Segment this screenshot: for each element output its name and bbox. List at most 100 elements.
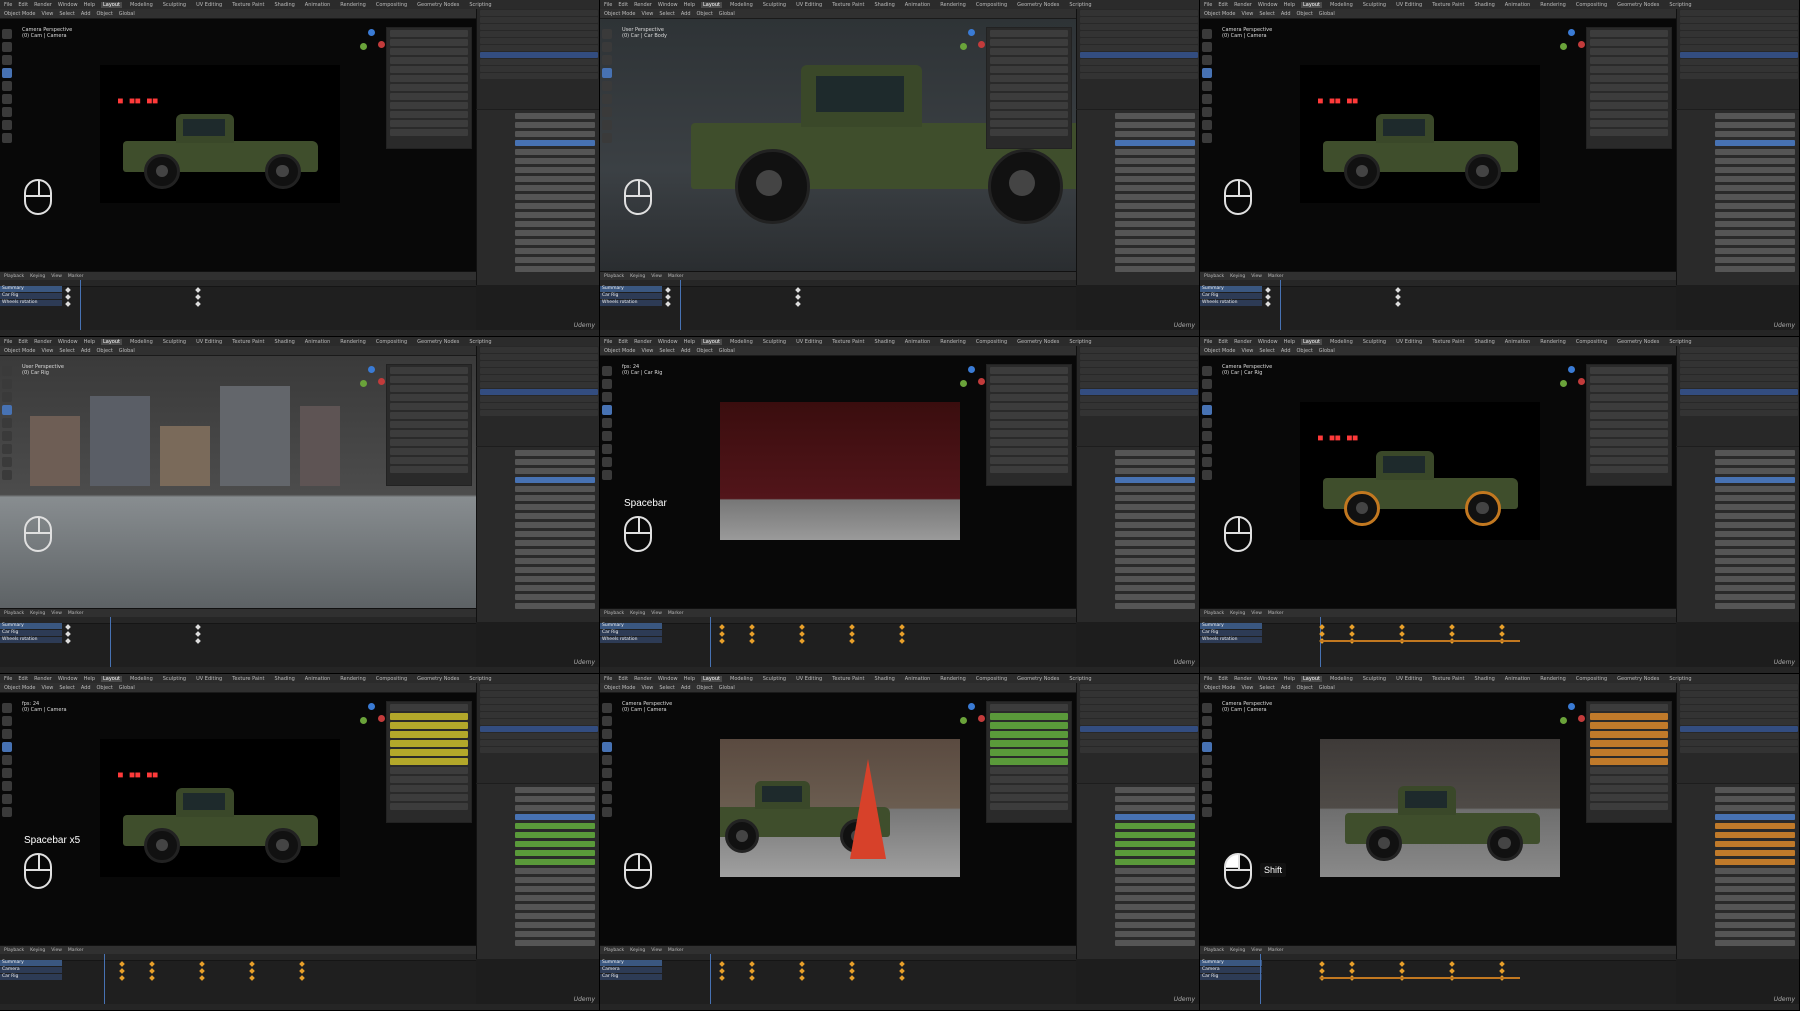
tool-button-icon[interactable] — [1202, 431, 1212, 441]
transform-field[interactable] — [1590, 749, 1668, 756]
workspace-tab[interactable]: Modeling — [728, 2, 755, 8]
transform-field[interactable] — [1590, 731, 1668, 738]
viewport-menu-item[interactable]: Object — [97, 11, 113, 17]
workspace-tab[interactable]: Scripting — [1667, 676, 1693, 682]
viewport-menu-item[interactable]: Select — [1259, 11, 1274, 17]
keyframe-icon[interactable] — [849, 961, 855, 967]
property-field[interactable] — [1115, 841, 1195, 847]
outliner-row[interactable] — [1680, 410, 1798, 416]
outliner-row[interactable] — [1680, 354, 1798, 360]
outliner-row[interactable] — [1680, 59, 1798, 65]
workspace-tab[interactable]: Sculpting — [1361, 339, 1388, 345]
keyframe-icon[interactable] — [195, 287, 201, 293]
dope-sheet-timeline[interactable]: Playback Keying View Marker Summary Car Rig W… — [0, 271, 476, 332]
transform-field[interactable] — [1590, 767, 1668, 774]
outliner-row[interactable] — [1680, 698, 1798, 704]
timeline-menu-item[interactable]: Marker — [68, 274, 84, 279]
property-field[interactable] — [1115, 140, 1195, 146]
tool-button-icon[interactable] — [1202, 68, 1212, 78]
transform-field[interactable] — [990, 403, 1068, 410]
keyframe-icon[interactable] — [1499, 631, 1505, 637]
property-field[interactable] — [515, 140, 595, 146]
outliner-row[interactable] — [1680, 361, 1798, 367]
workspace-tab[interactable]: Compositing — [974, 339, 1009, 345]
tool-button-icon[interactable] — [2, 68, 12, 78]
y-axis-icon[interactable] — [960, 43, 967, 50]
keyframe-icon[interactable] — [249, 975, 255, 981]
timeline-menu-item[interactable]: Marker — [1268, 274, 1284, 279]
keyframe-icon[interactable] — [1499, 624, 1505, 630]
menu-item[interactable]: File — [1204, 339, 1212, 345]
transform-field[interactable] — [1590, 421, 1668, 428]
property-field[interactable] — [515, 531, 595, 537]
transform-field[interactable] — [390, 430, 468, 437]
channel-row[interactable]: Summary — [600, 960, 662, 966]
outliner-row[interactable] — [480, 691, 598, 697]
z-axis-icon[interactable] — [1568, 366, 1575, 373]
viewport-menu-item[interactable]: Add — [1281, 685, 1291, 691]
channel-row[interactable]: Wheels rotation — [0, 637, 62, 643]
outliner[interactable] — [1076, 683, 1199, 783]
tool-button-icon[interactable] — [2, 418, 12, 428]
property-field[interactable] — [1115, 495, 1195, 501]
property-field[interactable] — [515, 176, 595, 182]
transform-field[interactable] — [990, 722, 1068, 729]
property-field[interactable] — [515, 167, 595, 173]
3d-viewport[interactable]: Camera Perspective (0) Cam | Camera Shif… — [1200, 693, 1676, 945]
property-field[interactable] — [515, 886, 595, 892]
tool-button-icon[interactable] — [1202, 781, 1212, 791]
keyframe-icon[interactable] — [899, 624, 905, 630]
property-field[interactable] — [515, 131, 595, 137]
tool-button-icon[interactable] — [1202, 120, 1212, 130]
property-field[interactable] — [1115, 477, 1195, 483]
timeline-menu-item[interactable]: Keying — [30, 274, 45, 279]
tool-button-icon[interactable] — [602, 781, 612, 791]
property-field[interactable] — [1115, 513, 1195, 519]
tool-button-icon[interactable] — [602, 716, 612, 726]
workspace-tab[interactable]: Animation — [303, 2, 333, 8]
transform-field[interactable] — [990, 749, 1068, 756]
3d-viewport[interactable]: ▄ ▄▄ ▄▄ Camera Perspective (0) Car | Car… — [1200, 356, 1676, 608]
workspace-tab[interactable]: Shading — [272, 2, 296, 8]
outliner-row[interactable] — [480, 705, 598, 711]
property-field[interactable] — [515, 468, 595, 474]
viewport-menu-item[interactable]: Select — [59, 685, 74, 691]
properties-editor[interactable] — [1676, 110, 1799, 285]
workspace-tab[interactable]: Scripting — [467, 339, 493, 345]
workspace-tab[interactable]: Texture Paint — [830, 676, 866, 682]
transform-field[interactable] — [390, 30, 468, 37]
property-field[interactable] — [515, 513, 595, 519]
transform-field[interactable] — [990, 713, 1068, 720]
workspace-tab[interactable]: Animation — [903, 339, 933, 345]
outliner[interactable] — [1676, 9, 1799, 109]
property-field[interactable] — [515, 859, 595, 865]
menu-item[interactable]: Edit — [1218, 2, 1228, 8]
viewport-menu-item[interactable]: Add — [681, 685, 691, 691]
transform-field[interactable] — [1590, 448, 1668, 455]
workspace-tab[interactable]: Geometry Nodes — [1015, 339, 1061, 345]
keyframe-icon[interactable] — [749, 638, 755, 644]
tool-button-icon[interactable] — [1202, 444, 1212, 454]
outliner-row[interactable] — [480, 403, 598, 409]
property-field[interactable] — [515, 158, 595, 164]
timeline-menu-item[interactable]: Playback — [1204, 274, 1224, 279]
outliner-row[interactable] — [1680, 31, 1798, 37]
z-axis-icon[interactable] — [968, 703, 975, 710]
navigation-gizmo[interactable] — [958, 29, 986, 57]
viewport-menu-item[interactable]: Select — [659, 348, 674, 354]
property-field[interactable] — [1715, 176, 1795, 182]
transform-field[interactable] — [390, 704, 468, 711]
channel-row[interactable]: Wheels rotation — [1200, 637, 1262, 643]
property-field[interactable] — [1115, 257, 1195, 263]
tool-button-icon[interactable] — [2, 29, 12, 39]
sidebar-transform-panel[interactable] — [1586, 701, 1672, 823]
property-field[interactable] — [1715, 504, 1795, 510]
tool-button-icon[interactable] — [602, 405, 612, 415]
property-field[interactable] — [1115, 239, 1195, 245]
property-field[interactable] — [1115, 859, 1195, 865]
outliner-row[interactable] — [1080, 17, 1198, 23]
workspace-tab[interactable]: Shading — [1472, 339, 1496, 345]
keyframe-icon[interactable] — [199, 975, 205, 981]
viewport-menu-item[interactable]: Global — [1319, 11, 1335, 17]
frame-ruler[interactable] — [0, 280, 476, 287]
